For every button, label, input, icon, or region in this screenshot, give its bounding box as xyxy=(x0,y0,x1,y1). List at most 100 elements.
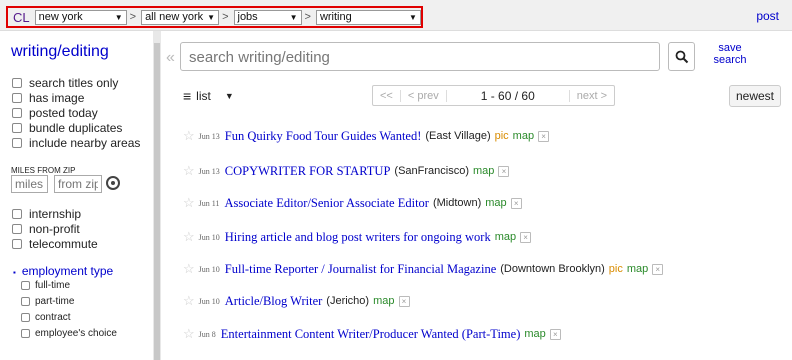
result-date: Jun 10 xyxy=(198,232,220,242)
hide-icon[interactable]: × xyxy=(510,197,522,209)
result-row: ☆ Jun 8 Entertainment Content Writer/Pro… xyxy=(183,326,561,342)
save-search-link[interactable]: save search xyxy=(712,42,748,66)
checkbox[interactable] xyxy=(12,224,22,234)
result-title[interactable]: Associate Editor/Senior Associate Editor xyxy=(224,196,428,211)
map-tag: map xyxy=(373,295,395,307)
checkbox[interactable] xyxy=(12,138,22,148)
pagination: << < prev 1 - 60 / 60 next > xyxy=(372,85,615,106)
star-icon[interactable]: ☆ xyxy=(183,326,195,342)
next-page-button[interactable]: next > xyxy=(568,89,614,102)
hide-icon[interactable]: × xyxy=(652,263,664,275)
checkbox[interactable] xyxy=(12,209,22,219)
page-title[interactable]: writing/editing xyxy=(11,43,109,61)
search-button[interactable] xyxy=(668,42,695,71)
result-title[interactable]: Entertainment Content Writer/Producer Wa… xyxy=(221,327,521,342)
cl-home-link[interactable]: CL xyxy=(10,10,33,25)
subarea-select[interactable]: all new york ▼ xyxy=(141,9,220,25)
checkbox[interactable] xyxy=(21,329,30,338)
result-date: Jun 13 xyxy=(198,131,220,141)
category-select[interactable]: writing ▼ xyxy=(315,9,421,25)
scrollbar-thumb[interactable] xyxy=(154,43,160,360)
view-select[interactable]: ≡ list ▼ xyxy=(183,85,258,106)
star-icon[interactable]: ☆ xyxy=(183,128,195,144)
hide-icon[interactable]: × xyxy=(398,295,410,307)
checkbox[interactable] xyxy=(21,281,30,290)
result-title[interactable]: Hiring article and blog post writers for… xyxy=(225,230,491,245)
sidebar: writing/editing search titles only has i… xyxy=(0,31,153,360)
first-page-button[interactable]: << xyxy=(373,89,401,102)
result-title[interactable]: Full-time Reporter / Journalist for Fina… xyxy=(225,262,496,277)
area-select[interactable]: new york ▼ xyxy=(34,9,127,25)
search-input[interactable]: search writing/editing xyxy=(180,42,660,71)
filter-has-image[interactable]: has image xyxy=(12,91,84,105)
result-row: ☆ Jun 10 Hiring article and blog post wr… xyxy=(183,229,532,245)
employment-type-toggle[interactable]: ▪ employment type xyxy=(13,264,113,278)
bullet-icon: ▪ xyxy=(13,268,16,277)
result-title[interactable]: COPYWRITER FOR STARTUP xyxy=(225,164,391,179)
section-select[interactable]: jobs ▼ xyxy=(233,9,302,25)
filter-internship[interactable]: internship xyxy=(12,207,81,221)
collapse-sidebar-icon[interactable]: « xyxy=(166,49,175,67)
employment-full-time[interactable]: full-time xyxy=(21,280,70,291)
top-bar: CL new york ▼ > all new york ▼ > jobs ▼ > w… xyxy=(0,0,792,31)
locate-icon[interactable] xyxy=(106,176,120,190)
checkbox[interactable] xyxy=(12,239,22,249)
post-link[interactable]: post xyxy=(756,9,779,23)
result-title[interactable]: Article/Blog Writer xyxy=(225,294,323,309)
search-icon xyxy=(675,50,689,64)
star-icon[interactable]: ☆ xyxy=(183,293,195,309)
star-icon[interactable]: ☆ xyxy=(183,261,195,277)
result-row: ☆ Jun 10 Article/Blog Writer (Jericho) m… xyxy=(183,293,410,309)
map-tag: map xyxy=(626,263,649,275)
checkbox[interactable] xyxy=(12,78,22,88)
chevron-down-icon: ▼ xyxy=(207,12,216,22)
result-row: ☆ Jun 11 Associate Editor/Senior Associa… xyxy=(183,195,522,211)
miles-input[interactable] xyxy=(11,175,48,193)
star-icon[interactable]: ☆ xyxy=(183,163,195,179)
employment-contract[interactable]: contract xyxy=(21,312,71,323)
filter-bundle-duplicates[interactable]: bundle duplicates xyxy=(12,121,122,135)
sort-newest-button[interactable]: newest xyxy=(729,85,781,107)
map-tag: map xyxy=(485,197,507,209)
result-date: Jun 10 xyxy=(198,296,220,306)
result-row: ☆ Jun 10 Full-time Reporter / Journalist… xyxy=(183,261,664,277)
result-row: ☆ Jun 13 COPYWRITER FOR STARTUP (SanFran… xyxy=(183,163,510,179)
filter-search-titles[interactable]: search titles only xyxy=(12,76,118,90)
hide-icon[interactable]: × xyxy=(549,328,561,340)
filter-nearby-areas[interactable]: include nearby areas xyxy=(12,136,140,150)
result-range: 1 - 60 / 60 xyxy=(480,88,535,103)
result-neighborhood: (East Village) xyxy=(425,130,491,142)
prev-page-button[interactable]: < prev xyxy=(401,89,447,102)
checkbox[interactable] xyxy=(21,313,30,322)
employment-part-time[interactable]: part-time xyxy=(21,296,74,307)
chevron-down-icon: ▼ xyxy=(289,12,298,22)
result-date: Jun 13 xyxy=(198,166,220,176)
sidebar-scrollbar[interactable] xyxy=(153,31,161,360)
zip-input[interactable] xyxy=(54,175,102,193)
result-neighborhood: (Midtown) xyxy=(432,197,482,209)
filter-posted-today[interactable]: posted today xyxy=(12,106,98,120)
list-icon: ≡ xyxy=(183,87,192,104)
filter-telecommute[interactable]: telecommute xyxy=(12,237,98,251)
star-icon[interactable]: ☆ xyxy=(183,195,195,211)
checkbox[interactable] xyxy=(12,123,22,133)
chevron-down-icon: ▼ xyxy=(409,12,417,22)
result-neighborhood: (SanFrancisco) xyxy=(394,165,469,177)
hide-icon[interactable]: × xyxy=(498,165,510,177)
filter-non-profit[interactable]: non-profit xyxy=(12,222,80,236)
pic-tag: pic xyxy=(494,130,509,142)
checkbox[interactable] xyxy=(12,108,22,118)
hide-icon[interactable]: × xyxy=(538,130,550,142)
hide-icon[interactable]: × xyxy=(520,231,532,243)
chevron-down-icon: ▼ xyxy=(114,12,123,22)
result-neighborhood: (Jericho) xyxy=(326,295,370,307)
result-date: Jun 11 xyxy=(198,198,220,208)
result-date: Jun 8 xyxy=(198,329,216,339)
checkbox[interactable] xyxy=(21,297,30,306)
checkbox[interactable] xyxy=(12,93,22,103)
employment-employees-choice[interactable]: employee's choice xyxy=(21,328,117,339)
chevron-down-icon: ▼ xyxy=(224,90,234,101)
star-icon[interactable]: ☆ xyxy=(183,229,195,245)
result-title[interactable]: Fun Quirky Food Tour Guides Wanted! xyxy=(225,129,422,144)
map-tag: map xyxy=(473,165,495,177)
